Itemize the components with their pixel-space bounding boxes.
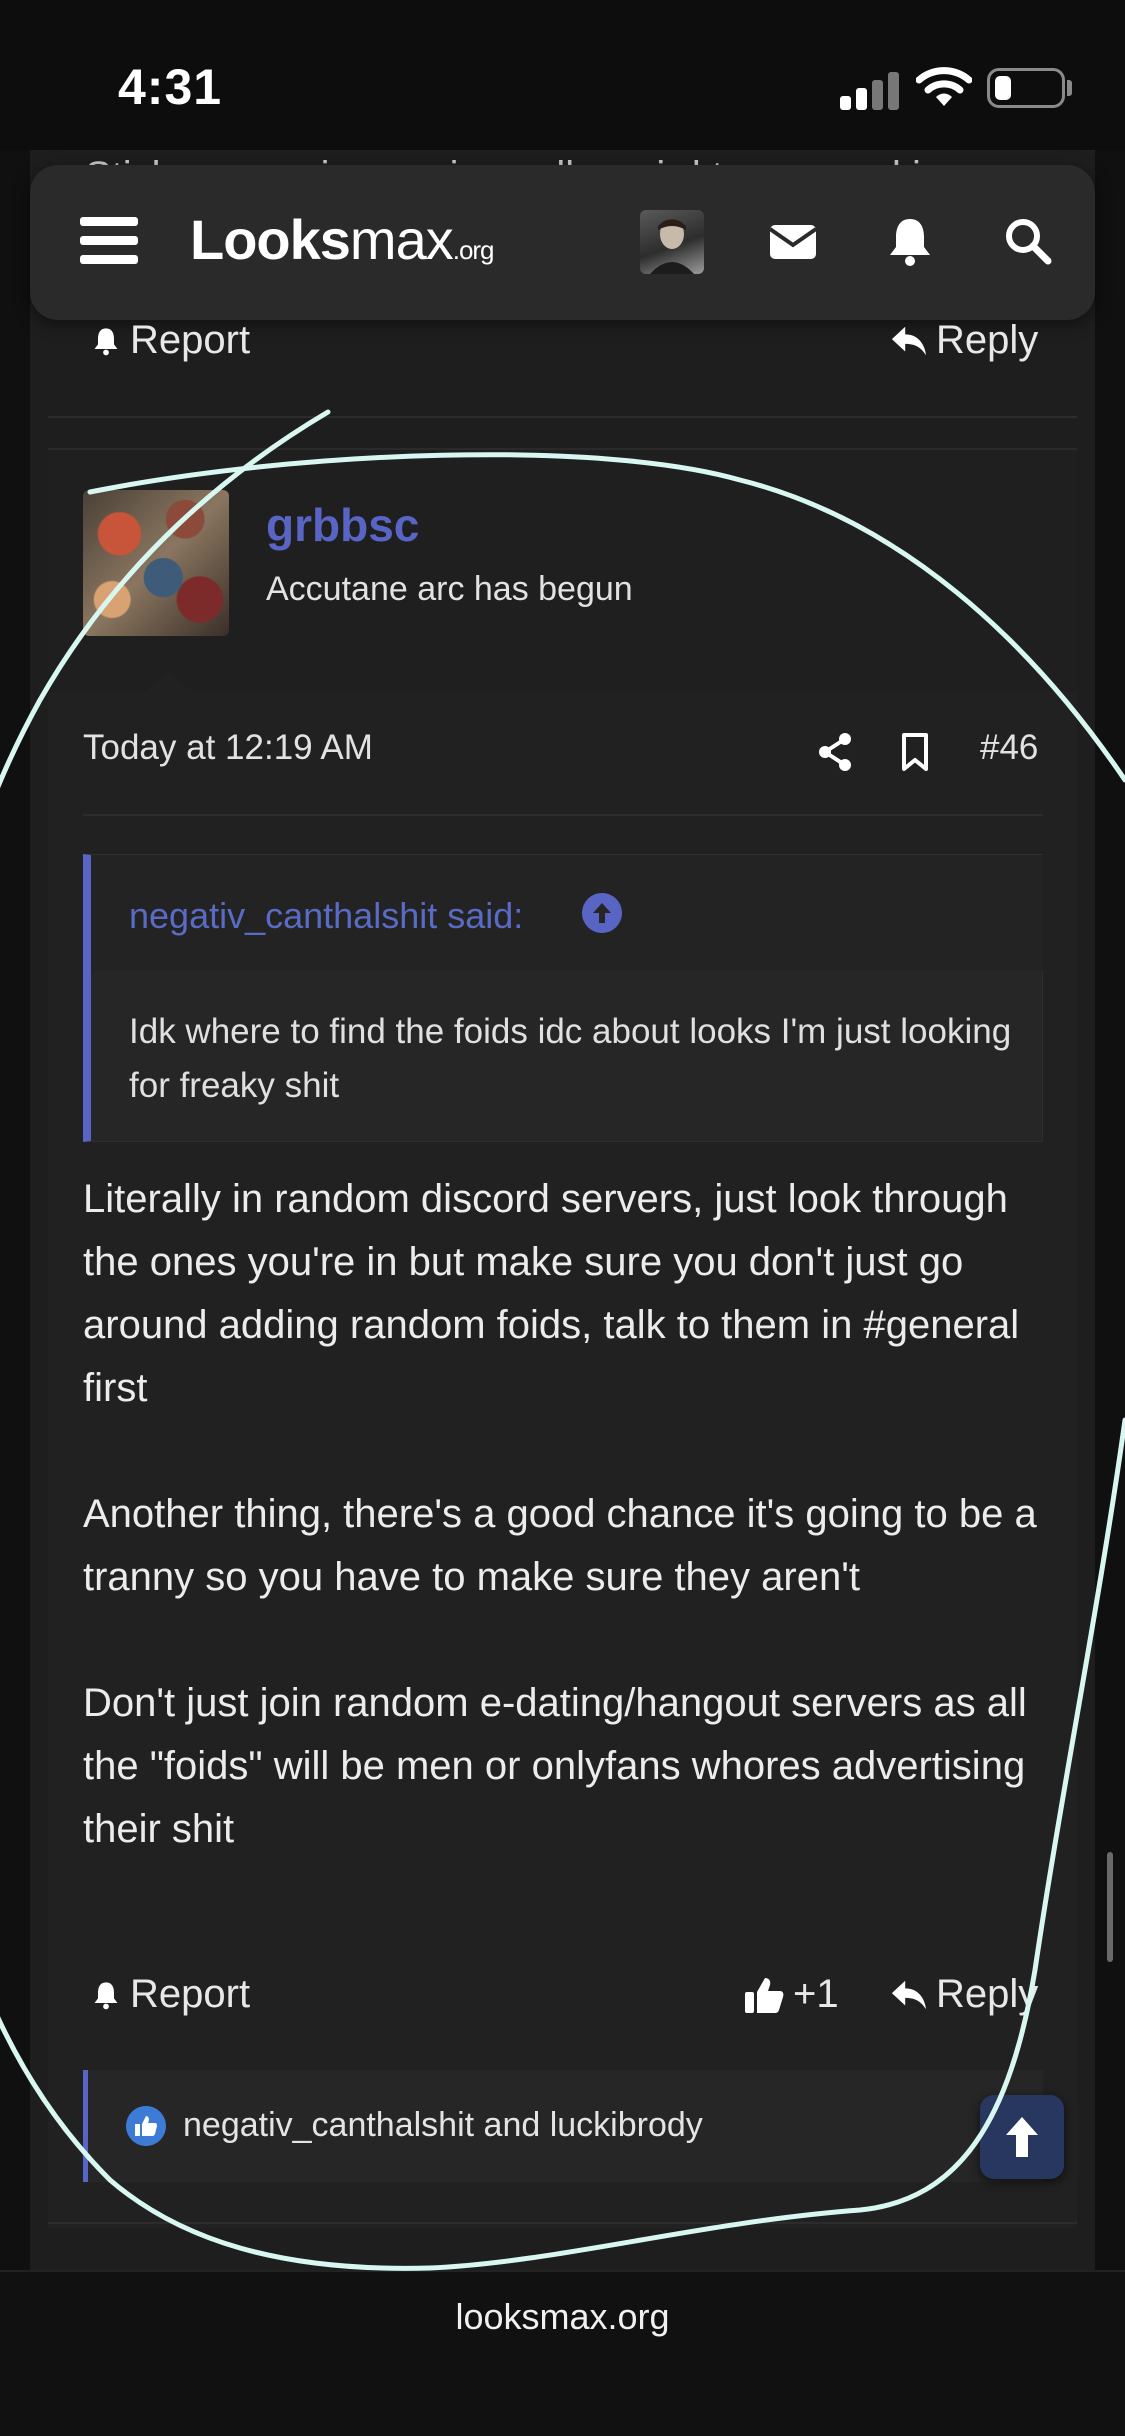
user-block-pointer [143,672,195,694]
post-paragraph: Literally in random discord servers, jus… [83,1177,1020,1410]
logo-tld: .org [452,235,495,265]
bell-icon[interactable] [882,213,938,269]
logo-main: Looks [190,208,351,271]
wifi-icon [916,67,972,106]
post-number[interactable]: #46 [980,728,1038,768]
battery-nub [1067,80,1072,96]
prev-report-button[interactable]: Report [90,318,250,363]
battery-icon [987,68,1065,108]
search-icon[interactable] [1000,213,1056,269]
prev-reply-label: Reply [936,318,1039,362]
quote-header: negativ_canthalshit said: [91,855,1043,971]
bookmark-icon[interactable] [900,732,930,772]
post-divider [48,2222,1077,2224]
reply-label: Reply [936,1972,1039,2016]
reactions-text: negativ_canthalshit and luckibrody [183,2106,703,2144]
prev-reply-button[interactable]: Reply [890,318,1038,363]
bell-icon [94,327,118,355]
scrollbar[interactable] [1107,1852,1113,1962]
post-divider [48,416,1077,418]
meta-divider [83,814,1043,816]
status-time: 4:31 [118,59,223,115]
browser-bottom-bar: looksmax.org [0,2270,1125,2436]
post-username[interactable]: grbbsc [266,498,419,552]
top-navbar: Looksmax.org [30,165,1095,320]
quote-author[interactable]: negativ_canthalshit said: [129,895,523,937]
post-user-block: grbbsc Accutane arc has begun [48,450,1077,692]
url-bar[interactable]: looksmax.org [0,2296,1125,2338]
bell-icon [94,1981,118,2009]
scroll-to-top-button[interactable] [980,2095,1064,2179]
cellular-signal-icon [840,70,900,110]
reply-button[interactable]: Reply [890,1972,1038,2017]
menu-icon[interactable] [80,217,138,265]
quote-jump-up-icon[interactable] [582,893,622,933]
prev-report-label: Report [130,318,251,362]
reactions-bar[interactable]: negativ_canthalshit and luckibrody [83,2070,1043,2182]
quote-text: Idk where to find the foids idc about lo… [129,1012,1012,1105]
reply-icon [891,326,927,355]
quote-block: negativ_canthalshit said: Idk where to f… [83,854,1043,1142]
post-user-title: Accutane arc has begun [266,570,633,608]
post-46: grbbsc Accutane arc has begun Today at 1… [48,448,1077,2228]
post-body: Literally in random discord servers, jus… [83,1168,1053,1924]
like-count: +1 [793,1972,839,2016]
page-gutter-left [0,150,30,2270]
status-bar: 4:31 [0,0,1125,150]
like-button[interactable]: +1 [743,1972,839,2017]
post-paragraph: Another thing, there's a good chance it'… [83,1492,1037,1599]
site-logo[interactable]: Looksmax.org [190,207,495,272]
report-label: Report [130,1972,251,2016]
post-paragraph: Don't just join random e-dating/hangout … [83,1681,1027,1851]
share-icon[interactable] [816,732,854,772]
like-reaction-icon [126,2106,166,2146]
report-button[interactable]: Report [90,1972,250,2017]
post-timestamp[interactable]: Today at 12:19 AM [83,728,373,768]
account-avatar[interactable] [640,210,704,274]
previous-post-text: Sticky seas piece universally weird tres… [85,140,1045,168]
logo-max: max [349,208,454,271]
user-avatar[interactable] [83,490,229,636]
thumbs-up-icon [745,1977,784,2013]
mail-icon[interactable] [765,213,821,269]
reply-icon [891,1980,927,2009]
